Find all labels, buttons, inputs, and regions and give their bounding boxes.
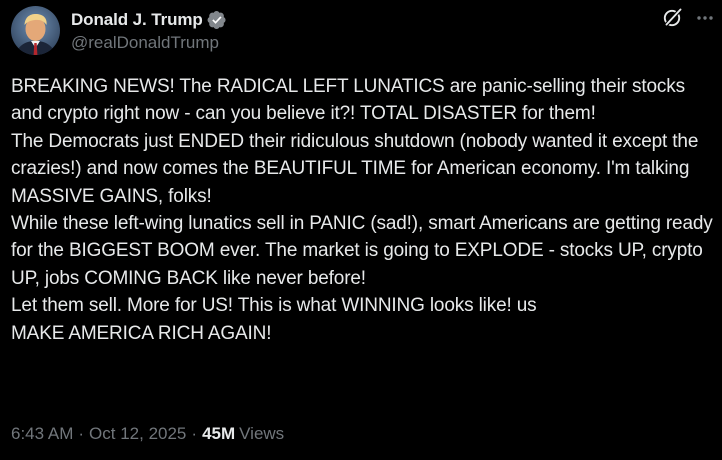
more-options-icon[interactable]: [695, 8, 715, 28]
handle[interactable]: @realDonaldTrump: [71, 33, 227, 53]
meta-separator: ·: [191, 424, 198, 443]
post-paragraph: MAKE AMERICA RICH AGAIN!: [11, 322, 272, 344]
avatar[interactable]: [11, 5, 60, 55]
post-meta: 6:43 AM · Oct 12, 2025 · 45M Views: [11, 424, 284, 444]
post-paragraph: The Democrats just ENDED their ridiculou…: [11, 130, 704, 207]
post-date[interactable]: Oct 12, 2025: [89, 424, 186, 444]
author-names: Donald J. Trump @realDonaldTrump: [71, 8, 227, 53]
post-time[interactable]: 6:43 AM: [11, 424, 73, 444]
post-text: BREAKING NEWS! The RADICAL LEFT LUNATICS…: [11, 73, 717, 347]
post-paragraph: BREAKING NEWS! The RADICAL LEFT LUNATICS…: [11, 76, 691, 125]
post-paragraph: Let them sell. More for US! This is what…: [11, 295, 537, 317]
verified-badge-icon[interactable]: [207, 10, 227, 30]
post-header: Donald J. Trump @realDonaldTrump: [11, 4, 227, 56]
grok-icon[interactable]: [662, 6, 684, 28]
views-count[interactable]: 45M: [202, 424, 235, 444]
display-name[interactable]: Donald J. Trump: [71, 10, 203, 30]
views-label[interactable]: Views: [239, 424, 284, 444]
post-paragraph: While these left-wing lunatics sell in P…: [11, 213, 718, 289]
meta-separator: ·: [78, 424, 85, 443]
post: Donald J. Trump @realDonaldTrump BREAKIN…: [0, 0, 722, 460]
display-name-row: Donald J. Trump: [71, 8, 227, 32]
